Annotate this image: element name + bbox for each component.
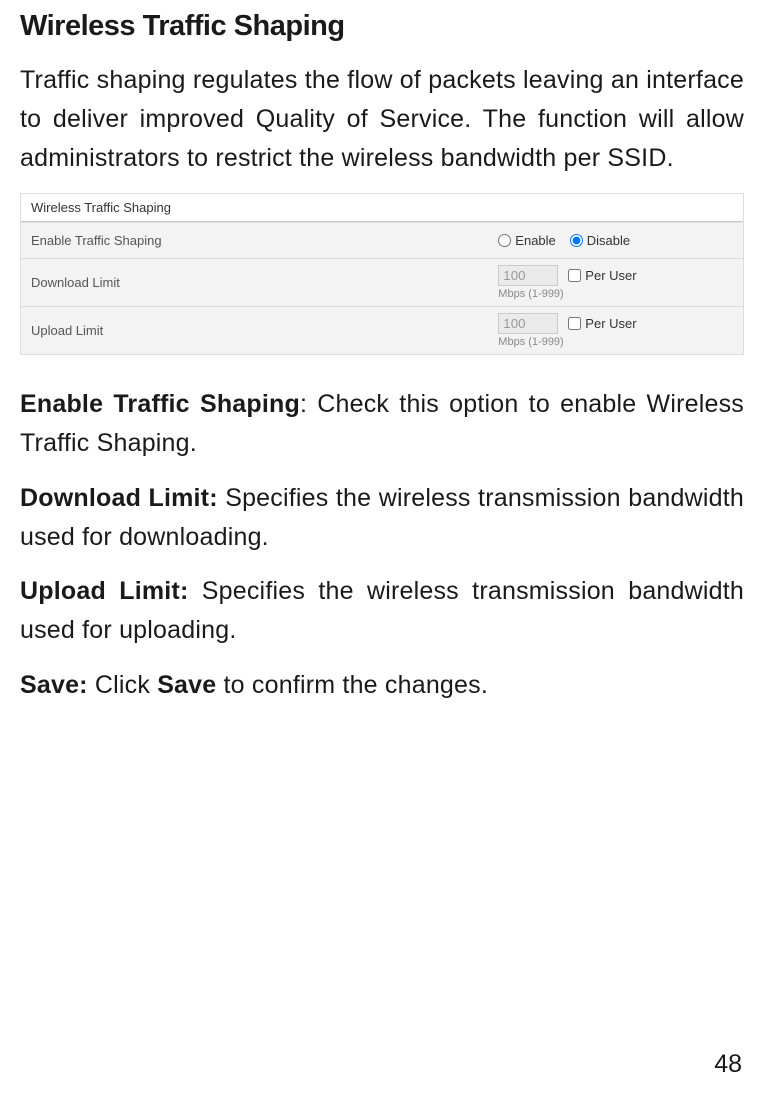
- traffic-shaping-table: Wireless Traffic Shaping Enable Traffic …: [20, 193, 744, 355]
- intro-paragraph: Traffic shaping regulates the flow of pa…: [20, 61, 744, 177]
- page-heading: Wireless Traffic Shaping: [20, 10, 744, 43]
- upload-per-user[interactable]: Per User: [568, 316, 636, 331]
- disable-radio[interactable]: [570, 234, 583, 247]
- table-row-upload: Upload Limit Per User Mbps (1-999): [21, 306, 743, 354]
- download-per-user-label: Per User: [585, 268, 636, 283]
- def-save-bold1: Save:: [20, 671, 88, 699]
- def-download: Download Limit: Specifies the wireless t…: [20, 479, 744, 557]
- enable-radio-option[interactable]: Enable: [498, 233, 555, 248]
- enable-radio[interactable]: [498, 234, 511, 247]
- disable-radio-option[interactable]: Disable: [570, 233, 630, 248]
- def-enable: Enable Traffic Shaping: Check this optio…: [20, 385, 744, 463]
- def-upload-bold: Upload Limit:: [20, 577, 188, 605]
- upload-input[interactable]: [498, 313, 558, 334]
- def-save-bold2: Save: [157, 671, 216, 699]
- upload-per-user-checkbox[interactable]: [568, 317, 581, 330]
- def-save-end: to confirm the changes.: [216, 671, 488, 699]
- page-number: 48: [714, 1050, 742, 1079]
- download-hint: Mbps (1-999): [498, 288, 563, 300]
- table-row-download: Download Limit Per User Mbps (1-999): [21, 258, 743, 306]
- def-save: Save: Click Save to confirm the changes.: [20, 666, 744, 705]
- download-label: Download Limit: [21, 267, 490, 298]
- table-row-enable: Enable Traffic Shaping Enable Disable: [21, 222, 743, 258]
- download-per-user[interactable]: Per User: [568, 268, 636, 283]
- enable-label: Enable Traffic Shaping: [21, 225, 490, 256]
- def-enable-bold: Enable Traffic Shaping: [20, 390, 300, 418]
- download-per-user-checkbox[interactable]: [568, 269, 581, 282]
- def-upload: Upload Limit: Specifies the wireless tra…: [20, 572, 744, 650]
- table-title: Wireless Traffic Shaping: [21, 194, 743, 222]
- upload-label: Upload Limit: [21, 315, 490, 346]
- upload-per-user-label: Per User: [585, 316, 636, 331]
- enable-radio-label: Enable: [515, 233, 555, 248]
- def-download-bold: Download Limit:: [20, 484, 218, 512]
- disable-radio-label: Disable: [587, 233, 630, 248]
- def-save-mid: Click: [88, 671, 157, 699]
- upload-hint: Mbps (1-999): [498, 336, 563, 348]
- download-input[interactable]: [498, 265, 558, 286]
